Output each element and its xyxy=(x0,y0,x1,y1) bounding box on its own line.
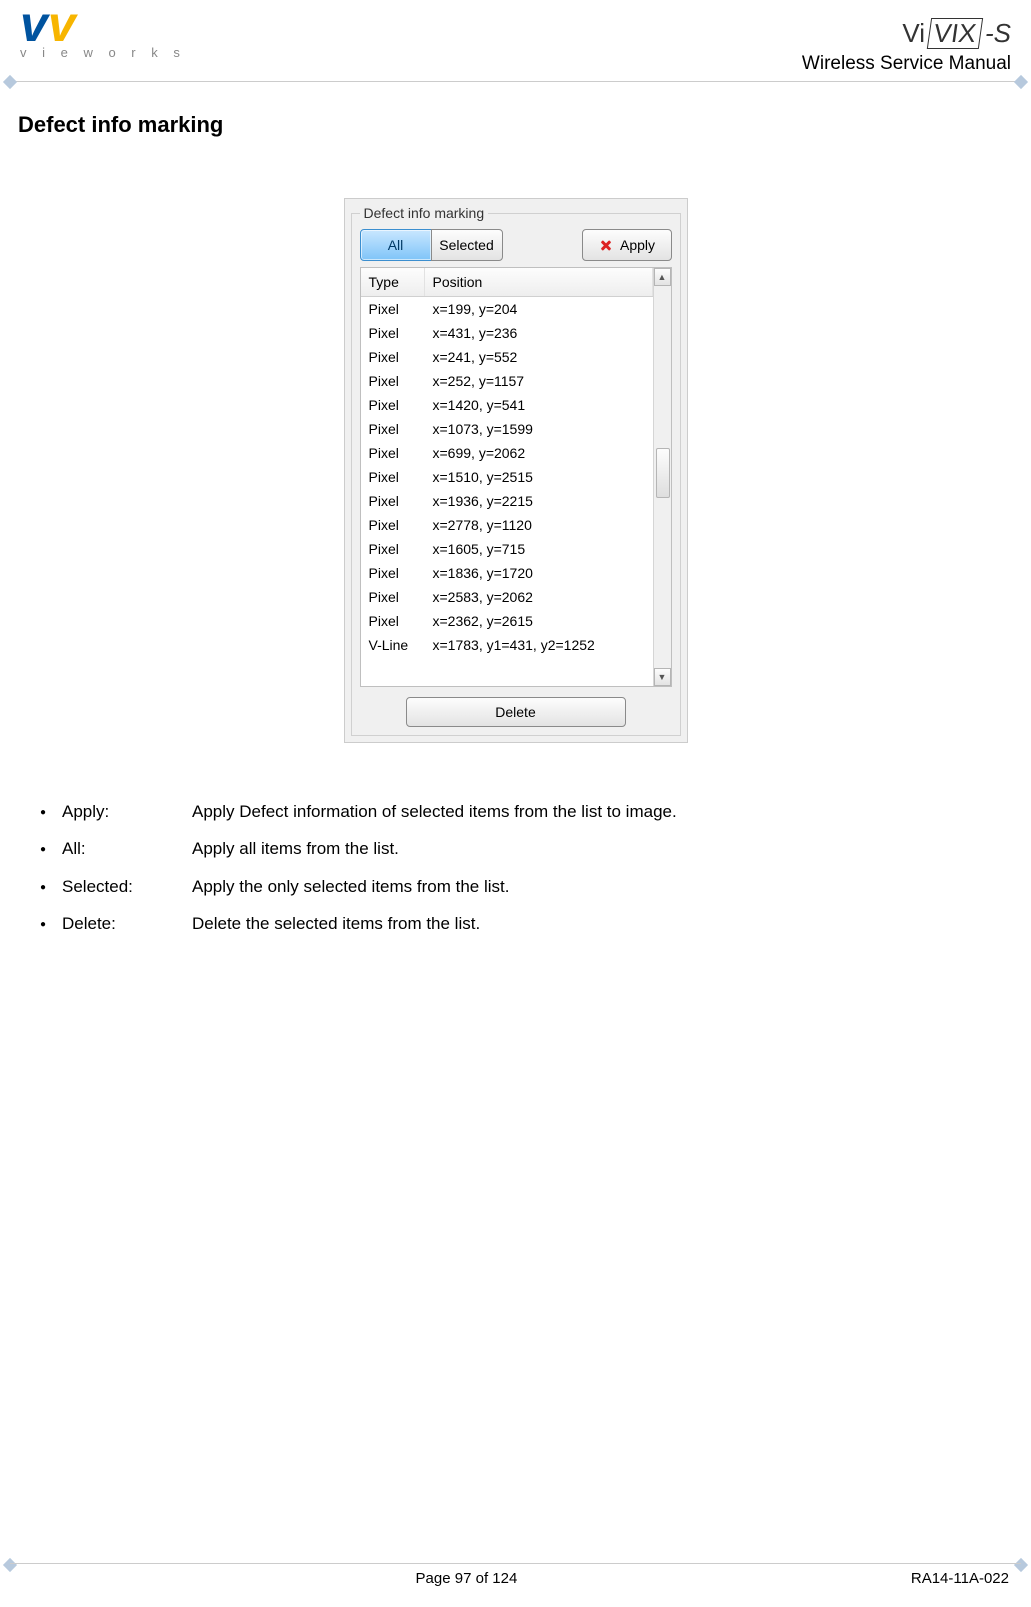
description-definition: Apply the only selected items from the l… xyxy=(192,868,1001,905)
description-term: Selected: xyxy=(62,868,192,905)
tab-all[interactable]: All xyxy=(360,229,432,261)
cell-position: x=2362, y=2615 xyxy=(425,611,653,631)
cell-position: x=1420, y=541 xyxy=(425,395,653,415)
bullet-icon: ● xyxy=(40,839,62,861)
page-number: Page 97 of 124 xyxy=(22,1570,911,1587)
table-row[interactable]: Pixelx=2362, y=2615 xyxy=(361,609,653,633)
table-row[interactable]: Pixelx=1605, y=715 xyxy=(361,537,653,561)
cell-type: Pixel xyxy=(361,611,425,631)
cell-type: Pixel xyxy=(361,587,425,607)
cell-type: Pixel xyxy=(361,539,425,559)
table-row[interactable]: Pixelx=199, y=204 xyxy=(361,297,653,321)
scroll-down-button[interactable]: ▼ xyxy=(654,668,671,686)
table-row[interactable]: Pixelx=1073, y=1599 xyxy=(361,417,653,441)
cell-position: x=2778, y=1120 xyxy=(425,515,653,535)
table-row[interactable]: Pixelx=1936, y=2215 xyxy=(361,489,653,513)
cell-position: x=1783, y1=431, y2=1252 xyxy=(425,635,653,655)
cell-position: x=1605, y=715 xyxy=(425,539,653,559)
description-definition: Apply Defect information of selected ite… xyxy=(192,793,1001,830)
cell-position: x=1510, y=2515 xyxy=(425,467,653,487)
cell-type: Pixel xyxy=(361,467,425,487)
cell-position: x=1836, y=1720 xyxy=(425,563,653,583)
list-item: ●Delete:Delete the selected items from t… xyxy=(40,905,1001,942)
cell-type: Pixel xyxy=(361,395,425,415)
page-footer: Page 97 of 124 RA14-11A-022 xyxy=(10,1563,1021,1587)
section-title: Defect info marking xyxy=(18,112,1031,138)
bullet-icon: ● xyxy=(40,802,62,824)
column-type[interactable]: Type xyxy=(361,268,425,296)
cell-type: Pixel xyxy=(361,515,425,535)
cell-position: x=241, y=552 xyxy=(425,347,653,367)
document-id: RA14-11A-022 xyxy=(911,1570,1021,1587)
cell-type: Pixel xyxy=(361,347,425,367)
cell-position: x=2583, y=2062 xyxy=(425,587,653,607)
header-right: Vi VIX -S Wireless Service Manual xyxy=(802,18,1011,75)
logo-w-icon: vv xyxy=(20,2,186,47)
dialog-legend: Defect info marking xyxy=(360,205,489,221)
apply-x-icon xyxy=(598,237,614,253)
cell-position: x=699, y=2062 xyxy=(425,443,653,463)
list-item: ●Selected:Apply the only selected items … xyxy=(40,868,1001,905)
cell-position: x=199, y=204 xyxy=(425,299,653,319)
list-body[interactable]: Pixelx=199, y=204Pixelx=431, y=236Pixelx… xyxy=(361,297,653,657)
cell-type: Pixel xyxy=(361,299,425,319)
table-row[interactable]: Pixelx=1836, y=1720 xyxy=(361,561,653,585)
apply-button[interactable]: Apply xyxy=(582,229,672,261)
cell-position: x=1936, y=2215 xyxy=(425,491,653,511)
scroll-up-button[interactable]: ▲ xyxy=(654,268,671,286)
table-row[interactable]: Pixelx=431, y=236 xyxy=(361,321,653,345)
table-row[interactable]: V-Linex=1783, y1=431, y2=1252 xyxy=(361,633,653,657)
cell-type: V-Line xyxy=(361,635,425,655)
defect-list: Type Position Pixelx=199, y=204Pixelx=43… xyxy=(360,267,672,687)
logo-wordmark: v i e w o r k s xyxy=(20,45,186,60)
description-term: Delete: xyxy=(62,905,192,942)
description-term: Apply: xyxy=(62,793,192,830)
descriptions: ●Apply:Apply Defect information of selec… xyxy=(40,793,1001,943)
scroll-thumb[interactable] xyxy=(656,448,670,498)
cell-type: Pixel xyxy=(361,419,425,439)
cell-type: Pixel xyxy=(361,323,425,343)
vivix-pre: Vi xyxy=(902,18,925,49)
table-row[interactable]: Pixelx=2583, y=2062 xyxy=(361,585,653,609)
page-header: vv v i e w o r k s Vi VIX -S Wireless Se… xyxy=(10,0,1021,82)
vivix-suffix: -S xyxy=(985,18,1011,49)
defect-info-dialog: Defect info marking All Selected Apply T… xyxy=(344,198,688,743)
table-row[interactable]: Pixelx=241, y=552 xyxy=(361,345,653,369)
table-row[interactable]: Pixelx=252, y=1157 xyxy=(361,369,653,393)
scrollbar[interactable]: ▲ ▼ xyxy=(653,268,671,686)
dialog-container: Defect info marking All Selected Apply T… xyxy=(0,198,1031,743)
table-row[interactable]: Pixelx=2778, y=1120 xyxy=(361,513,653,537)
description-definition: Apply all items from the list. xyxy=(192,830,1001,867)
table-row[interactable]: Pixelx=1510, y=2515 xyxy=(361,465,653,489)
table-row[interactable]: Pixelx=699, y=2062 xyxy=(361,441,653,465)
cell-position: x=252, y=1157 xyxy=(425,371,653,391)
list-header: Type Position xyxy=(361,268,653,297)
tab-selected[interactable]: Selected xyxy=(431,229,503,261)
list-item: ●All:Apply all items from the list. xyxy=(40,830,1001,867)
delete-button[interactable]: Delete xyxy=(406,697,626,727)
cell-type: Pixel xyxy=(361,371,425,391)
table-row[interactable]: Pixelx=1420, y=541 xyxy=(361,393,653,417)
document-title: Wireless Service Manual xyxy=(802,53,1011,75)
vivix-logo: Vi VIX -S xyxy=(902,18,1011,49)
list-item: ●Apply:Apply Defect information of selec… xyxy=(40,793,1001,830)
description-term: All: xyxy=(62,830,192,867)
bullet-icon: ● xyxy=(40,914,62,936)
vieworks-logo: vv v i e w o r k s xyxy=(20,2,186,60)
vivix-box: VIX xyxy=(927,18,983,49)
apply-label: Apply xyxy=(620,237,655,253)
description-definition: Delete the selected items from the list. xyxy=(192,905,1001,942)
cell-type: Pixel xyxy=(361,443,425,463)
cell-type: Pixel xyxy=(361,563,425,583)
cell-position: x=1073, y=1599 xyxy=(425,419,653,439)
dialog-toolbar: All Selected Apply xyxy=(360,229,672,261)
column-position[interactable]: Position xyxy=(425,268,653,296)
cell-position: x=431, y=236 xyxy=(425,323,653,343)
cell-type: Pixel xyxy=(361,491,425,511)
bullet-icon: ● xyxy=(40,877,62,899)
